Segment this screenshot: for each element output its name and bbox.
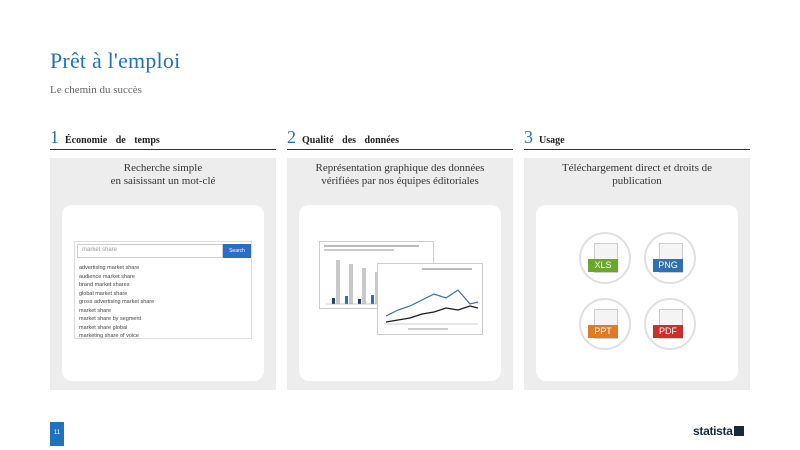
png-download-icon[interactable]: PNG [644, 232, 696, 284]
page-title: Prêt à l'emploi [50, 48, 181, 73]
column-panel: Représentation graphique des données vér… [287, 158, 513, 390]
chart-preview-card [299, 205, 501, 381]
list-item[interactable]: gross advertising market share [79, 298, 249, 307]
column-label: Qualité des données [302, 135, 400, 146]
format-label: PPT [588, 325, 618, 338]
search-input[interactable]: market share [77, 244, 223, 258]
list-item[interactable]: market share global [79, 324, 249, 333]
column-data-quality: 2 Qualité des données Représentation gra… [287, 128, 513, 390]
column-description: Téléchargement direct et droits de publi… [561, 162, 713, 187]
xls-download-icon[interactable]: XLS [579, 232, 631, 284]
column-panel: Téléchargement direct et droits de publi… [524, 158, 750, 390]
column-number: 1 [50, 127, 59, 147]
page-subtitle: Le chemin du succès [50, 84, 142, 96]
format-label: PNG [653, 259, 683, 272]
list-item[interactable]: global market share [79, 290, 249, 299]
list-item[interactable]: advertising market share [79, 264, 249, 273]
search-preview: market share Search advertising market s… [74, 241, 252, 339]
format-label: XLS [588, 259, 618, 272]
column-description: Recherche simple en saisissant un mot-cl… [110, 162, 216, 187]
column-description: Représentation graphique des données vér… [315, 162, 485, 187]
suggestion-list: advertising market share audience market… [79, 264, 249, 341]
format-label: PDF [653, 325, 683, 338]
list-item[interactable]: market share [79, 307, 249, 316]
column-label: Usage [539, 135, 565, 146]
column-header: 1 Économie de temps [50, 128, 276, 150]
column-header: 3 Usage [524, 128, 750, 150]
list-item[interactable]: market share by segment [79, 315, 249, 324]
brand-mark-icon [733, 426, 744, 436]
list-item[interactable]: brand market shares [79, 281, 249, 290]
column-header: 2 Qualité des données [287, 128, 513, 150]
search-preview-card: market share Search advertising market s… [62, 205, 264, 381]
line-chart-thumbnail [377, 263, 483, 335]
column-time-saving: 1 Économie de temps Recherche simple en … [50, 128, 276, 390]
download-formats-card: XLS PNG PPT PDF [536, 205, 738, 381]
search-button[interactable]: Search [223, 244, 251, 258]
pdf-download-icon[interactable]: PDF [644, 298, 696, 350]
column-usage: 3 Usage Téléchargement direct et droits … [524, 128, 750, 390]
column-panel: Recherche simple en saisissant un mot-cl… [50, 158, 276, 390]
column-number: 3 [524, 127, 533, 147]
brand-logo: statista [693, 424, 744, 438]
list-item[interactable]: audience market share [79, 273, 249, 282]
column-label: Économie de temps [65, 135, 160, 146]
column-number: 2 [287, 127, 296, 147]
page-number: 11 [50, 422, 64, 446]
list-item[interactable]: marketing share of voice [79, 332, 249, 341]
ppt-download-icon[interactable]: PPT [579, 298, 631, 350]
